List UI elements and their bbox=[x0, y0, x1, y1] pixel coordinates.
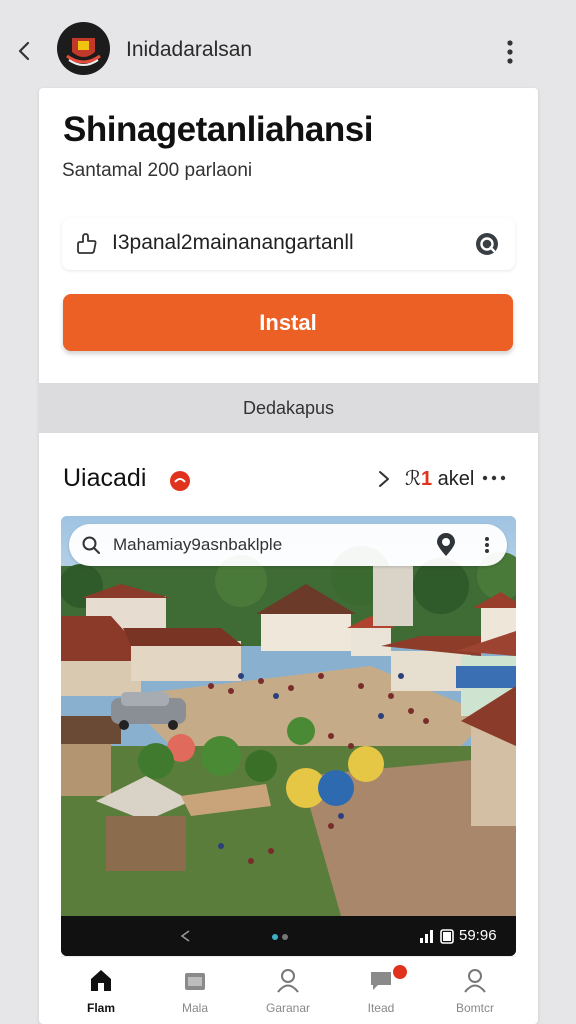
nav-label-person: Garanar bbox=[265, 1001, 311, 1015]
more-vertical-icon[interactable] bbox=[500, 38, 520, 66]
system-status-bar: 59:96 bbox=[61, 916, 516, 956]
photo-search-text: Mahamiay9asnbaklple bbox=[113, 535, 283, 554]
app-name: Shinagetanliahansi bbox=[63, 110, 373, 149]
nav-gesture-icon[interactable] bbox=[179, 929, 193, 943]
nav-label-profile: Bomtcr bbox=[455, 1001, 494, 1015]
message-icon bbox=[371, 972, 391, 990]
profile-icon bbox=[464, 969, 486, 993]
section-count-prefix: ℛ bbox=[405, 468, 421, 490]
search-icon bbox=[82, 536, 100, 554]
nav-item-store[interactable]: Mala bbox=[155, 957, 235, 1024]
bottom-navigation: Flam Mala Garanar Itead Bomtcr bbox=[61, 956, 516, 1024]
chevron-left-icon[interactable] bbox=[14, 40, 36, 62]
section-header: Uiacadi ℛ1 akel bbox=[39, 458, 538, 502]
notification-badge bbox=[393, 965, 407, 979]
link-field-value: I3panal2mainanangartanll bbox=[112, 231, 354, 254]
install-button[interactable]: Instal bbox=[63, 294, 513, 351]
nav-item-profile[interactable]: Bomtcr bbox=[435, 957, 515, 1024]
chevron-right-icon[interactable] bbox=[375, 468, 393, 490]
village-scene-image bbox=[61, 516, 516, 956]
photo-search-bar[interactable]: Mahamiay9asnbaklple bbox=[69, 524, 507, 566]
app-detail-card: Shinagetanliahansi Santamal 200 parlaoni… bbox=[39, 88, 538, 1024]
emblem-icon bbox=[57, 22, 110, 75]
section-count: ℛ1 akel bbox=[405, 466, 474, 491]
more-horizontal-icon[interactable] bbox=[481, 468, 507, 488]
nav-label-store: Mala bbox=[181, 1001, 208, 1015]
nav-label-messages: Itead bbox=[367, 1001, 395, 1015]
nav-item-home[interactable]: Flam bbox=[61, 957, 141, 1024]
nav-label-home: Flam bbox=[86, 1001, 115, 1015]
app-avatar[interactable] bbox=[57, 22, 110, 75]
nav-item-messages[interactable]: Itead bbox=[341, 957, 421, 1024]
header-title: Inidadaralsan bbox=[126, 38, 253, 61]
map-pin-icon[interactable] bbox=[433, 532, 459, 558]
store-icon bbox=[185, 973, 205, 990]
lens-icon[interactable] bbox=[474, 231, 500, 257]
secondary-action-band[interactable]: Dedakapus bbox=[39, 383, 538, 433]
signal-icon bbox=[420, 930, 433, 943]
more-vertical-icon[interactable] bbox=[481, 534, 493, 556]
app-subtitle: Santamal 200 parlaoni bbox=[62, 160, 253, 181]
section-count-number: 1 bbox=[420, 468, 433, 490]
red-badge-icon bbox=[170, 471, 190, 491]
page-indicator-icon bbox=[272, 934, 288, 940]
person-icon bbox=[277, 969, 299, 993]
link-field[interactable]: I3panal2mainanangartanll bbox=[62, 218, 515, 270]
village-photo[interactable]: Mahamiay9asnbaklple 59:96 bbox=[61, 516, 516, 956]
section-title: Uiacadi bbox=[63, 464, 147, 492]
battery-icon bbox=[440, 929, 454, 944]
share-icon bbox=[77, 233, 97, 254]
home-icon bbox=[91, 970, 111, 991]
status-time: 59:96 bbox=[459, 927, 497, 944]
section-count-suffix: akel bbox=[437, 468, 475, 490]
top-app-bar: Inidadaralsan bbox=[0, 0, 576, 90]
nav-item-person[interactable]: Garanar bbox=[248, 957, 328, 1024]
